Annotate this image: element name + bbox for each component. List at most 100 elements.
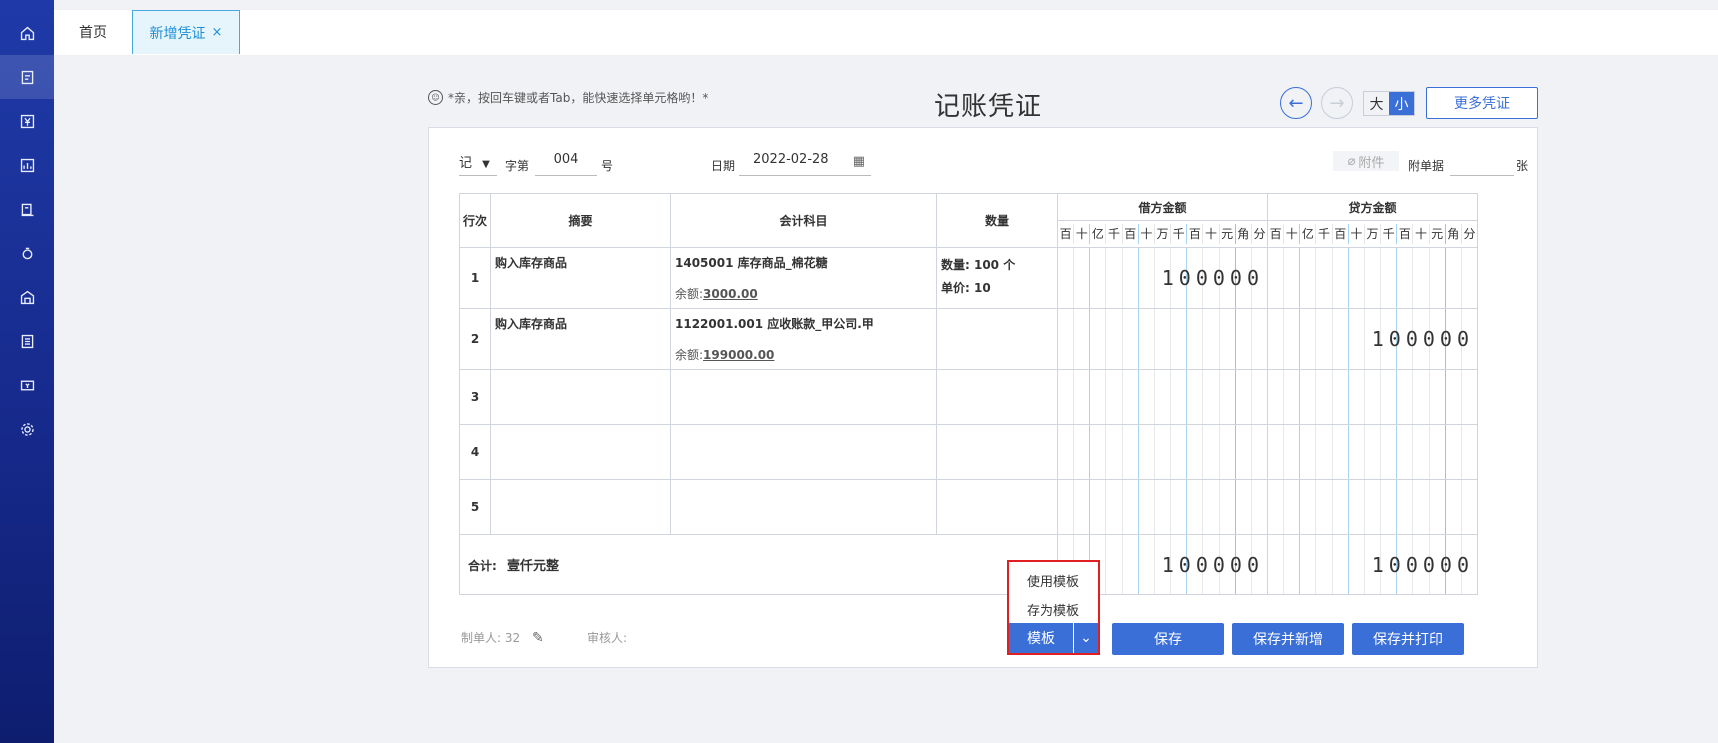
digit-column	[1058, 425, 1075, 479]
word-label: 字第	[505, 159, 530, 173]
sidebar-item-finance[interactable]	[0, 99, 54, 143]
tab-new-voucher-label: 新增凭证	[149, 25, 206, 42]
sidebar-item-report[interactable]	[0, 143, 54, 187]
account-cell[interactable]	[670, 479, 937, 535]
qty-cell[interactable]	[936, 308, 1058, 370]
unit-label: 分	[1253, 227, 1266, 241]
paperclip-icon[interactable]: ✎	[532, 630, 544, 646]
hint-text: ☺ *亲，按回车键或者Tab，能快速选择单元格哟！*	[428, 89, 708, 106]
next-voucher-button[interactable]: →	[1321, 87, 1353, 119]
account-cell[interactable]: 1405001 库存商品_棉花糖 余额:3000.00	[670, 247, 937, 309]
date-input[interactable]: 2022-02-28 ▦	[739, 152, 871, 176]
unit-label: 千	[1381, 224, 1398, 244]
sidebar	[0, 0, 54, 743]
debit-cell[interactable]	[1057, 308, 1268, 370]
voucher-number-input[interactable]: 004	[535, 152, 597, 176]
digit-column	[1300, 248, 1317, 308]
docs-count-input[interactable]	[1450, 152, 1514, 176]
docs-label: 附单据	[1408, 159, 1445, 173]
digit-column	[1316, 370, 1333, 424]
template-button[interactable]: 模板 ⌄	[1009, 623, 1098, 653]
tab-home[interactable]: 首页	[79, 10, 107, 54]
digit-column	[1365, 480, 1382, 534]
more-vouchers-button[interactable]: 更多凭证	[1426, 87, 1538, 119]
digit-column	[1413, 370, 1430, 424]
coin-icon	[22, 247, 32, 259]
unit-label: 百	[1058, 224, 1075, 244]
sidebar-item-warehouse[interactable]	[0, 275, 54, 319]
save-and-print-button[interactable]: 保存并打印	[1352, 623, 1464, 655]
digit-column	[1413, 425, 1430, 479]
save-and-new-button[interactable]: 保存并新增	[1232, 623, 1344, 655]
sidebar-item-home[interactable]	[0, 11, 54, 55]
credit-cell[interactable]: 100000	[1267, 308, 1478, 370]
summary-cell[interactable]	[490, 424, 671, 480]
account-cell[interactable]	[670, 369, 937, 425]
tab-new-voucher[interactable]: 新增凭证 ×	[132, 10, 240, 54]
word-select[interactable]: 记 ▼	[459, 152, 497, 176]
prev-voucher-button[interactable]: ←	[1280, 87, 1312, 119]
qty-cell[interactable]	[936, 369, 1058, 425]
summary-cell[interactable]	[490, 479, 671, 535]
digit-column	[1187, 480, 1204, 534]
digit-column	[1155, 425, 1172, 479]
credit-cell[interactable]	[1267, 479, 1478, 535]
unit-label: 十	[1139, 224, 1155, 244]
digit-column	[1123, 535, 1139, 594]
maker-label: 制单人: 32 ✎	[461, 629, 544, 646]
close-icon[interactable]: ×	[212, 25, 223, 40]
credit-cell[interactable]	[1267, 424, 1478, 480]
attachment-label: 附件	[1358, 155, 1385, 171]
digit-column	[1413, 480, 1430, 534]
reviewer-label: 审核人:	[587, 631, 628, 645]
credit-amount: 100000	[1371, 327, 1474, 351]
unit-label: 角	[1236, 224, 1252, 244]
total-credit-amount: 100000	[1371, 552, 1474, 577]
unit-label: 百	[1333, 224, 1349, 244]
digit-column	[1365, 370, 1382, 424]
digit-column	[1381, 480, 1398, 534]
qty-cell[interactable]	[936, 424, 1058, 480]
row-number: 5	[459, 479, 491, 535]
size-small-button[interactable]: 小	[1389, 92, 1414, 115]
total-text: 壹仟元整	[507, 559, 560, 574]
credit-cell[interactable]	[1267, 247, 1478, 309]
digit-column	[1462, 370, 1477, 424]
menu-item-use-template[interactable]: 使用模板	[1027, 571, 1079, 590]
digit-column	[1381, 370, 1398, 424]
attachment-button[interactable]: ⌀ 附件	[1333, 151, 1399, 171]
sidebar-item-books[interactable]	[0, 187, 54, 231]
debit-cell[interactable]	[1057, 479, 1268, 535]
qty-cell[interactable]: 数量: 100 个单价: 10	[936, 247, 1058, 309]
size-large-button[interactable]: 大	[1364, 92, 1389, 115]
summary-cell[interactable]: 购入库存商品	[490, 247, 671, 309]
digit-column	[1397, 480, 1414, 534]
sidebar-item-tax[interactable]	[0, 363, 54, 407]
chevron-down-icon[interactable]: ⌄	[1073, 623, 1098, 653]
docs-suffix: 张	[1516, 159, 1529, 173]
debit-cell[interactable]	[1057, 424, 1268, 480]
sidebar-item-list[interactable]	[0, 319, 54, 363]
debit-cell[interactable]: 100000	[1057, 247, 1268, 309]
unit-label: 千	[1106, 224, 1123, 244]
sidebar-item-voucher[interactable]	[0, 55, 54, 99]
sidebar-item-settings[interactable]	[0, 407, 54, 451]
menu-item-save-template[interactable]: 存为模板	[1027, 600, 1079, 619]
home-icon	[20, 26, 34, 40]
credit-cell[interactable]	[1267, 369, 1478, 425]
balance-link[interactable]: 3000.00	[703, 287, 758, 301]
account-cell[interactable]: 1122001.001 应收账款_甲公司.甲 余额:199000.00	[670, 308, 937, 370]
save-button[interactable]: 保存	[1112, 623, 1224, 655]
digit-column	[1268, 309, 1285, 369]
digit-column	[1058, 370, 1075, 424]
digit-column	[1106, 535, 1123, 594]
debit-cell[interactable]	[1057, 369, 1268, 425]
summary-cell[interactable]: 购入库存商品	[490, 308, 671, 370]
summary-cell[interactable]	[490, 369, 671, 425]
digit-column	[1316, 309, 1333, 369]
qty-cell[interactable]	[936, 479, 1058, 535]
unit-label: 亿	[1090, 224, 1107, 244]
sidebar-item-assets[interactable]	[0, 231, 54, 275]
account-cell[interactable]	[670, 424, 937, 480]
balance-link[interactable]: 199000.00	[703, 348, 774, 362]
